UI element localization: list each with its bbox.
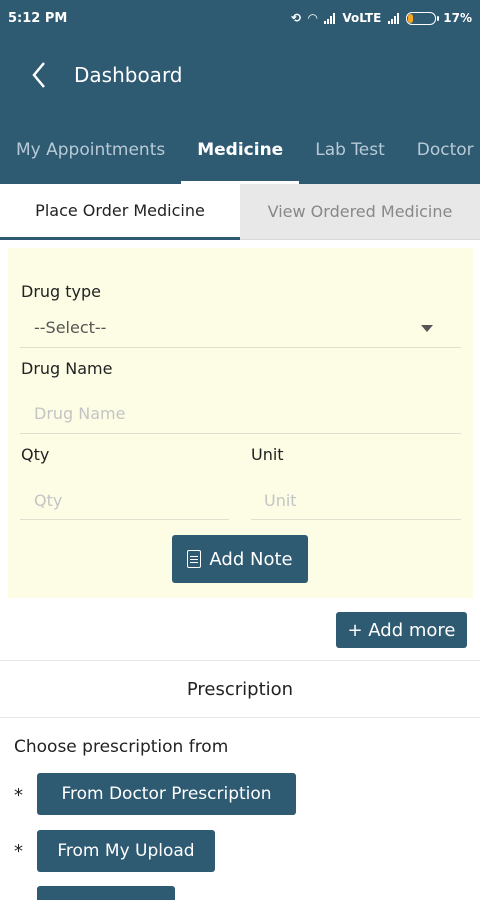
battery-percent: 17% [443,11,472,25]
drug-type-label: Drug type [21,282,102,301]
add-note-label: Add Note [209,548,293,570]
tab-medicine[interactable]: Medicine [181,114,300,184]
unit-label: Unit [251,445,284,464]
status-time: 5:12 PM [8,10,68,26]
status-bar: 5:12 PM ⟲ ◠ VoLTE 17% [0,0,480,36]
drug-type-underline [20,347,461,348]
subtab-view-ordered[interactable]: View Ordered Medicine [240,184,480,240]
drug-type-value: --Select-- [34,318,107,337]
qty-underline [20,519,229,520]
tab-my-appointments[interactable]: My Appointments [16,114,165,184]
tab-doctor[interactable]: Doctor P [417,114,480,184]
choose-prescription-label: Choose prescription from [14,737,229,757]
note-icon [187,550,202,568]
from-doctor-prescription-button[interactable]: From Doctor Prescription [37,773,296,815]
page-title: Dashboard [74,63,183,87]
unit-underline [251,519,461,520]
order-form: Drug type --Select-- Drug Name Qty Unit … [8,248,473,598]
bullet-marker: * [14,841,23,862]
subtab-place-order[interactable]: Place Order Medicine [0,184,240,240]
signal-icon-2 [388,12,400,24]
dropdown-caret-icon [421,325,433,332]
next-option-button[interactable] [37,886,175,900]
network-type: VoLTE [342,11,382,25]
wifi-icon: ◠ [308,11,318,25]
drug-name-underline [20,433,461,434]
from-my-upload-button[interactable]: From My Upload [37,830,215,872]
back-icon[interactable] [14,45,64,105]
add-more-button[interactable]: + Add more [336,612,467,648]
status-icons: ⟲ ◠ VoLTE 17% [291,11,472,25]
drug-name-label: Drug Name [21,359,113,378]
qty-label: Qty [21,445,50,464]
main-tabs: My Appointments Medicine Lab Test Doctor… [0,114,480,184]
unit-input[interactable] [264,487,454,513]
prescription-title: Prescription [186,679,294,700]
app-bar: Dashboard [0,36,480,114]
sub-tabs: Place Order Medicine View Ordered Medici… [0,184,480,240]
tab-lab-test[interactable]: Lab Test [315,114,385,184]
qty-input[interactable] [34,487,224,513]
drug-type-select[interactable]: --Select-- [20,310,461,348]
divider-bottom [0,717,480,718]
add-note-button[interactable]: Add Note [172,535,308,583]
bullet-marker: * [14,785,23,806]
sync-off-icon: ⟲ [291,11,302,25]
battery-icon [406,11,440,25]
signal-icon [324,12,336,24]
divider-top [0,660,480,661]
drug-name-input[interactable] [34,400,454,426]
